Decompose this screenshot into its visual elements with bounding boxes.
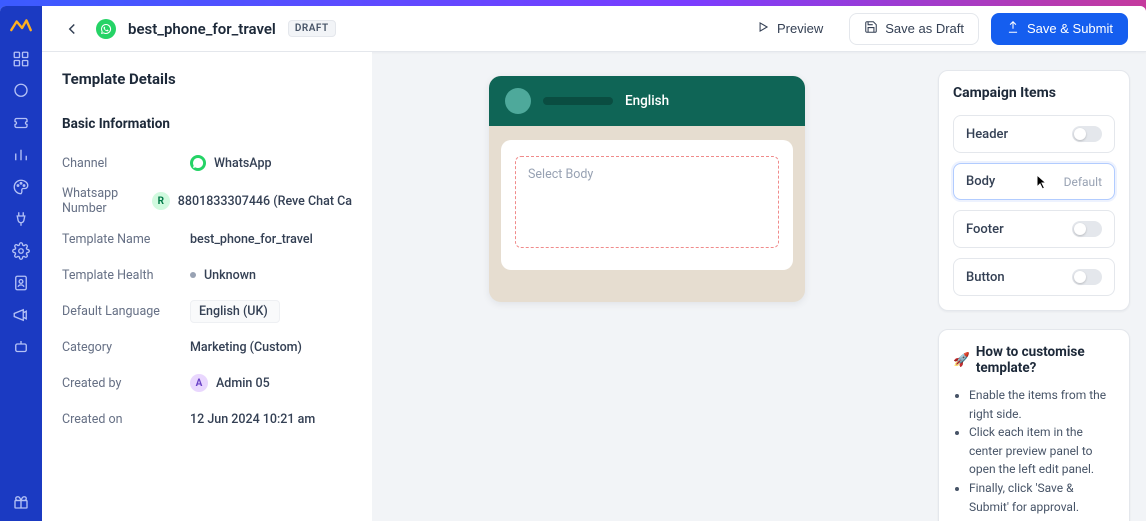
wa-name-skeleton [543,97,613,105]
wa-preview-header: English [489,76,805,126]
wa-message-bubble: Select Body [501,140,793,270]
creator-avatar: A [190,374,208,392]
row-created-by: Created by A Admin 05 [62,370,352,396]
details-title: Template Details [62,70,352,88]
default-lang-select[interactable]: English (UK) [190,300,280,323]
row-category: Category Marketing (Custom) [62,334,352,360]
campaign-item-footer[interactable]: Footer [953,210,1115,248]
nav-bot-icon[interactable] [12,338,30,356]
help-title: 🚀 How to customise template? [953,344,1115,376]
button-toggle[interactable] [1072,269,1102,285]
help-item: Enable the items from the right side. [969,386,1115,423]
nav-megaphone-icon[interactable] [12,306,30,324]
body-meta: Default [1064,175,1102,189]
wa-language-label: English [625,93,669,109]
help-list: Enable the items from the right side. Cl… [953,386,1115,516]
created-on-value: 12 Jun 2024 10:21 am [190,412,315,427]
template-name-value: best_phone_for_travel [190,232,313,247]
basic-info-title: Basic Information [62,116,352,132]
select-body-zone[interactable]: Select Body [515,156,779,248]
row-wa-number: Whatsapp Number R 8801833307446 (Reve Ch… [62,186,352,216]
row-default-lang: Default Language English (UK) [62,298,352,324]
template-details-panel: Template Details Basic Information Chann… [42,52,372,521]
back-button[interactable] [60,17,84,41]
campaign-items-title: Campaign Items [953,85,1115,101]
nav-rail [0,6,42,521]
right-column: Campaign Items Header Body Default Foote… [922,52,1146,521]
whatsapp-icon [96,19,116,39]
nav-contact-icon[interactable] [12,274,30,292]
nav-settings-icon[interactable] [12,242,30,260]
nav-plug-icon[interactable] [12,210,30,228]
campaign-items-card: Campaign Items Header Body Default Foote… [938,70,1130,311]
topbar: best_phone_for_travel DRAFT Preview Save… [42,6,1146,52]
row-template-health: Template Health Unknown [62,262,352,288]
wa-number-avatar: R [152,192,170,210]
template-health-value: Unknown [204,268,256,283]
whatsapp-preview-card: English Select Body [489,76,805,302]
row-channel: Channel WhatsApp [62,150,352,176]
nav-gift-icon[interactable] [12,493,30,511]
row-created-on: Created on 12 Jun 2024 10:21 am [62,406,352,432]
preview-button[interactable]: Preview [742,13,837,45]
footer-toggle[interactable] [1072,221,1102,237]
rocket-icon: 🚀 [953,352,970,368]
header-toggle[interactable] [1072,126,1102,142]
channel-value: WhatsApp [214,156,272,171]
wa-avatar-placeholder-icon [505,88,531,114]
row-template-name: Template Name best_phone_for_travel [62,226,352,252]
nav-dashboard-icon[interactable] [12,50,30,68]
nav-analytics-icon[interactable] [12,146,30,164]
preview-area: English Select Body [372,52,922,521]
campaign-item-button[interactable]: Button [953,258,1115,296]
save-submit-button[interactable]: Save & Submit [991,13,1128,45]
nav-ticket-icon[interactable] [12,114,30,132]
nav-chat-icon[interactable] [12,82,30,100]
help-card: 🚀 How to customise template? Enable the … [938,329,1130,521]
save-submit-label: Save & Submit [1027,21,1113,36]
help-item: Click each item in the center preview pa… [969,423,1115,479]
whatsapp-icon [190,155,206,171]
campaign-item-body[interactable]: Body Default [953,163,1115,200]
health-dot-icon [190,272,196,278]
play-icon [756,20,770,37]
campaign-item-header[interactable]: Header [953,115,1115,153]
save-draft-label: Save as Draft [885,21,964,36]
category-value: Marketing (Custom) [190,340,302,355]
status-badge: DRAFT [288,20,336,37]
wa-number-value: 8801833307446 (Reve Chat Ca [178,194,352,209]
save-draft-button[interactable]: Save as Draft [849,13,979,45]
created-by-value: Admin 05 [216,376,270,391]
save-icon [864,20,878,37]
nav-palette-icon[interactable] [12,178,30,196]
preview-button-label: Preview [777,21,823,36]
help-item: Finally, click 'Save & Submit' for appro… [969,479,1115,516]
app-logo-icon [8,16,34,36]
page-title: best_phone_for_travel [128,20,276,38]
upload-icon [1006,20,1020,37]
